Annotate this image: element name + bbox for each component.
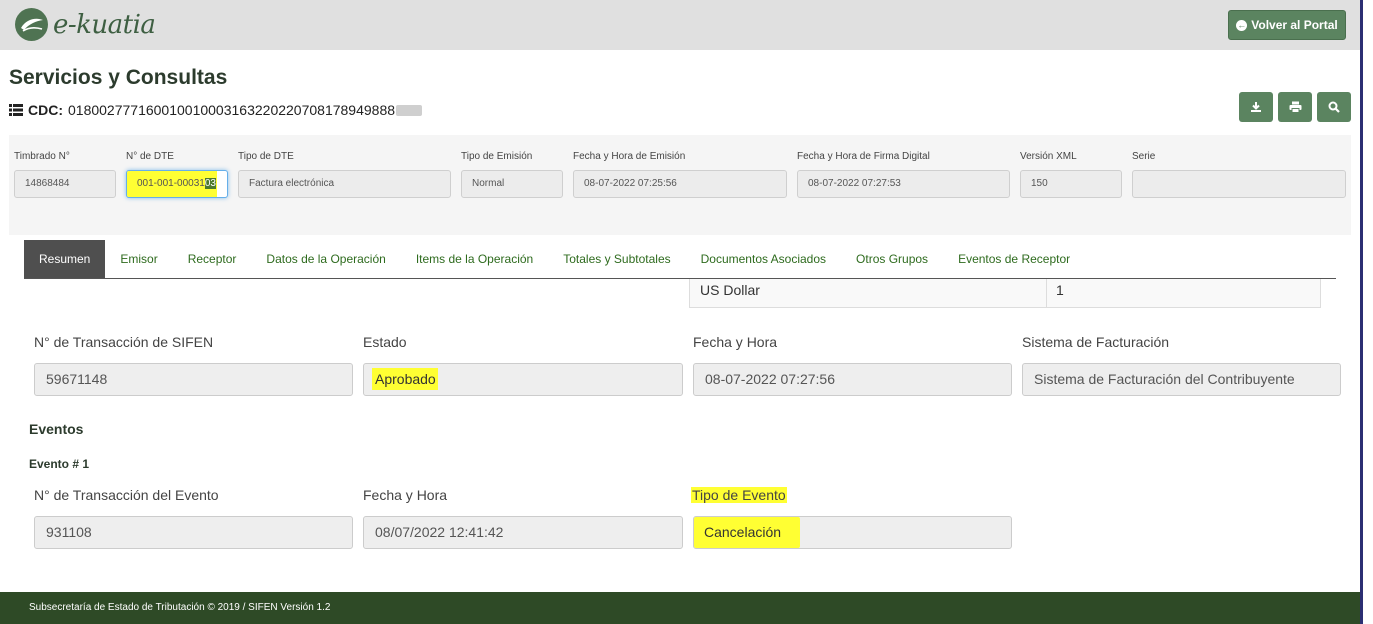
download-icon [1251, 102, 1261, 112]
event-type-value: Cancelación [694, 517, 800, 548]
tipo-emision-label: Tipo de Emisión [461, 151, 533, 162]
serie-input[interactable] [1132, 170, 1346, 198]
back-to-portal-label: Volver al Portal [1251, 18, 1338, 32]
events-heading: Eventos [29, 421, 84, 437]
toolbar [1239, 92, 1351, 122]
top-bar: e-kuatia ← Volver al Portal [0, 0, 1360, 50]
nro-dte-label: N° de DTE [126, 151, 174, 162]
currency-cell: US Dollar [700, 282, 760, 298]
estado-input[interactable]: Aprobado [363, 363, 683, 396]
sistema-facturacion-label: Sistema de Facturación [1022, 334, 1170, 350]
list-icon [9, 104, 23, 116]
nro-dte-highlight: 001-001-0003103 [127, 171, 217, 197]
serie-label: Serie [1132, 151, 1156, 162]
version-xml-input[interactable]: 150 [1020, 170, 1122, 198]
tipo-emision-input[interactable]: Normal [461, 170, 563, 198]
fecha-firma-input[interactable]: 08-07-2022 07:27:53 [797, 170, 1010, 198]
tab-receptor[interactable]: Receptor [173, 240, 252, 278]
event-fecha-label: Fecha y Hora [363, 487, 448, 503]
nro-dte-selected-digits: 03 [204, 178, 216, 189]
fecha-emision-input[interactable]: 08-07-2022 07:25:56 [573, 170, 787, 198]
cdc-value: 0180027771600100100031632202207081789498… [68, 102, 396, 118]
fecha-hora-label: Fecha y Hora [693, 334, 778, 350]
download-button[interactable] [1239, 92, 1273, 122]
tab-eventos-receptor[interactable]: Eventos de Receptor [943, 240, 1085, 278]
sifen-transaction-input[interactable]: 59671148 [34, 363, 353, 396]
sifen-transaction-label: N° de Transacción de SIFEN [34, 334, 214, 350]
event-transaction-label: N° de Transacción del Evento [34, 487, 219, 503]
fecha-firma-label: Fecha y Hora de Firma Digital [797, 151, 930, 162]
currency-table-row: US Dollar 1 [689, 279, 1321, 308]
footer: Subsecretaría de Estado de Tributación ©… [0, 592, 1360, 624]
tipo-dte-label: Tipo de DTE [238, 151, 294, 162]
tab-datos-operacion[interactable]: Datos de la Operación [251, 240, 400, 278]
estado-label: Estado [363, 334, 407, 350]
event-transaction-input[interactable]: 931108 [34, 516, 353, 549]
print-icon [1289, 101, 1301, 113]
logo[interactable]: e-kuatia [15, 8, 156, 41]
page-title: Servicios y Consultas [9, 66, 228, 89]
document-meta-panel: Timbrado N° 14868484 N° de DTE 001-001-0… [9, 135, 1351, 235]
search-button[interactable] [1317, 92, 1351, 122]
print-button[interactable] [1278, 92, 1312, 122]
window-edge [1360, 0, 1373, 624]
exchange-rate-cell: 1 [1056, 282, 1064, 298]
cell-divider [1046, 279, 1047, 307]
event-type-label: Tipo de Evento [691, 487, 787, 503]
redacted-digits [396, 104, 423, 116]
logo-leaf-icon [15, 8, 48, 41]
tab-otros-grupos[interactable]: Otros Grupos [841, 240, 943, 278]
estado-value: Aprobado [372, 368, 438, 390]
event-1-heading: Evento # 1 [29, 457, 90, 471]
search-icon [1328, 101, 1340, 113]
tab-totales[interactable]: Totales y Subtotales [548, 240, 685, 278]
version-xml-label: Versión XML [1020, 151, 1077, 162]
event-type-input[interactable]: Cancelación [693, 516, 1012, 549]
tab-bar: Resumen Emisor Receptor Datos de la Oper… [24, 240, 1336, 279]
nro-dte-input[interactable]: 001-001-0003103 [126, 170, 228, 198]
fecha-emision-label: Fecha y Hora de Emisión [573, 151, 686, 162]
arrow-left-circle-icon: ← [1236, 19, 1248, 31]
tab-documentos-asociados[interactable]: Documentos Asociados [686, 240, 841, 278]
tab-emisor[interactable]: Emisor [105, 240, 172, 278]
fecha-hora-input[interactable]: 08-07-2022 07:27:56 [693, 363, 1012, 396]
tab-resumen[interactable]: Resumen [24, 240, 106, 278]
logo-text: e-kuatia [53, 9, 156, 40]
timbrado-input[interactable]: 14868484 [14, 170, 116, 198]
nro-dte-value: 001-001-00031 [137, 178, 205, 189]
tipo-dte-input[interactable]: Factura electrónica [238, 170, 451, 198]
sistema-facturacion-input[interactable]: Sistema de Facturación del Contribuyente [1022, 363, 1341, 396]
cdc-line: CDC: 01800277716001001000316322022070817… [9, 102, 423, 118]
timbrado-label: Timbrado N° [14, 151, 70, 162]
back-to-portal-button[interactable]: ← Volver al Portal [1228, 10, 1346, 40]
event-fecha-input[interactable]: 08/07/2022 12:41:42 [363, 516, 683, 549]
tab-items-operacion[interactable]: Items de la Operación [401, 240, 548, 278]
cdc-label: CDC: [28, 102, 63, 118]
